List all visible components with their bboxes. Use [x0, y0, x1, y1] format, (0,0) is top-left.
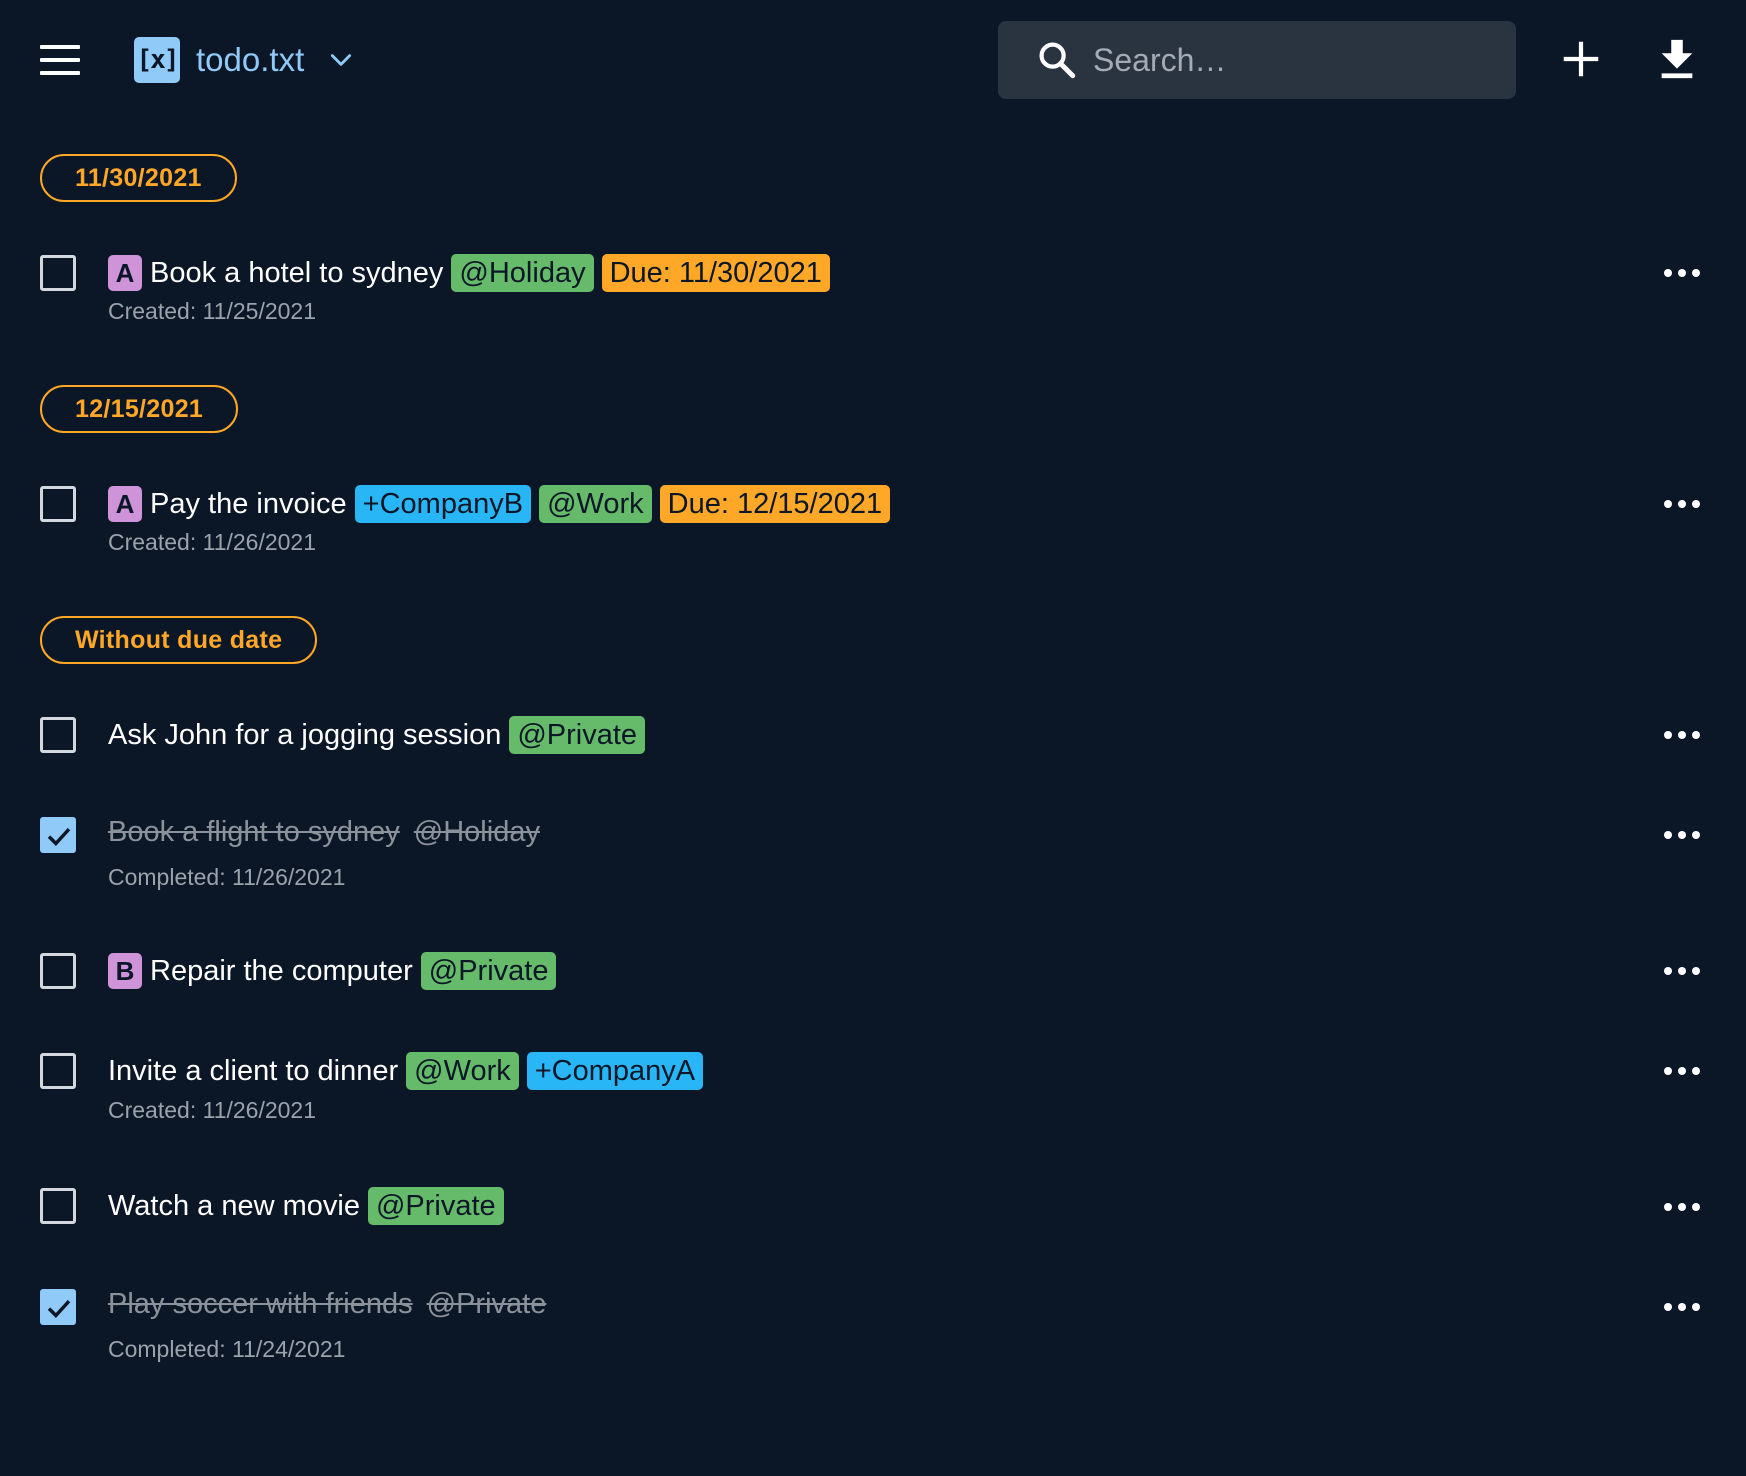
- task-checkbox[interactable]: [40, 953, 76, 989]
- task-checkbox[interactable]: [40, 1188, 76, 1224]
- app-root: [x] todo.txt 11/30/2021 A: [0, 0, 1746, 1476]
- more-options-icon[interactable]: [1664, 831, 1700, 841]
- task-line[interactable]: A Book a hotel to sydney @Holiday Due: 1…: [108, 254, 830, 292]
- task-checkbox[interactable]: [40, 486, 76, 522]
- due-tag: Due: 11/30/2021: [601, 254, 830, 292]
- menu-icon-line: [40, 71, 80, 75]
- priority-badge: B: [108, 953, 142, 989]
- task-text: Invite a client to dinner: [108, 1054, 399, 1087]
- menu-icon-line: [40, 58, 80, 62]
- file-name: todo.txt: [196, 41, 305, 78]
- project-tag[interactable]: +CompanyB: [354, 485, 532, 523]
- task-line[interactable]: Invite a client to dinner @Work +Company…: [108, 1052, 704, 1090]
- search-input[interactable]: [1093, 21, 1493, 99]
- menu-button[interactable]: [40, 45, 80, 75]
- more-options-icon[interactable]: [1664, 967, 1700, 977]
- context-tag-completed: @Private: [426, 1288, 547, 1320]
- group-chip: Without due date: [40, 616, 318, 664]
- task-checkbox[interactable]: [40, 717, 76, 753]
- search-icon: [1039, 42, 1076, 79]
- task-checkbox[interactable]: [40, 1053, 76, 1089]
- task-line[interactable]: Play soccer with friends @Private: [108, 1288, 546, 1321]
- plus-icon[interactable]: [1558, 36, 1604, 82]
- task-text: Pay the invoice: [150, 487, 347, 520]
- task-text: Repair the computer: [150, 954, 413, 987]
- context-tag[interactable]: @Holiday: [451, 254, 594, 292]
- context-tag[interactable]: @Private: [367, 1187, 504, 1225]
- task-checkbox[interactable]: [40, 255, 76, 291]
- task-text: Book a flight to sydney: [108, 816, 400, 848]
- context-tag-completed: @Holiday: [413, 816, 540, 848]
- more-options-icon[interactable]: [1664, 1203, 1700, 1213]
- task-checkbox-checked[interactable]: [40, 1289, 76, 1325]
- top-bar: [x] todo.txt: [0, 0, 1746, 120]
- more-options-icon[interactable]: [1664, 1067, 1700, 1077]
- context-tag[interactable]: @Work: [406, 1052, 519, 1090]
- task-line[interactable]: B Repair the computer @Private: [108, 952, 557, 990]
- task-line[interactable]: Book a flight to sydney @Holiday: [108, 816, 540, 849]
- app-logo-icon: [x]: [134, 37, 180, 83]
- project-tag[interactable]: +CompanyA: [526, 1052, 704, 1090]
- task-line[interactable]: A Pay the invoice +CompanyB @Work Due: 1…: [108, 485, 891, 523]
- more-options-icon[interactable]: [1664, 500, 1700, 510]
- file-selector[interactable]: [x] todo.txt: [134, 36, 354, 84]
- logo-text: [x]: [136, 45, 180, 75]
- task-created-date: Created: 11/26/2021: [108, 529, 317, 555]
- due-tag: Due: 12/15/2021: [659, 485, 891, 523]
- task-checkbox-checked[interactable]: [40, 817, 76, 853]
- task-completed-date: Completed: 11/24/2021: [108, 1336, 346, 1362]
- task-line[interactable]: Ask John for a jogging session @Private: [108, 716, 646, 754]
- task-text: Play soccer with friends: [108, 1288, 413, 1320]
- chevron-down-icon[interactable]: [328, 47, 354, 73]
- context-tag[interactable]: @Private: [420, 952, 557, 990]
- task-created-date: Created: 11/26/2021: [108, 1097, 317, 1123]
- context-tag[interactable]: @Work: [539, 485, 652, 523]
- more-options-icon[interactable]: [1664, 269, 1700, 279]
- group-chip: 11/30/2021: [40, 154, 237, 202]
- priority-badge: A: [108, 486, 142, 522]
- check-icon: [47, 827, 71, 847]
- more-options-icon[interactable]: [1664, 731, 1700, 741]
- search-box[interactable]: [998, 21, 1516, 99]
- task-text: Watch a new movie: [108, 1189, 360, 1222]
- more-options-icon[interactable]: [1664, 1303, 1700, 1313]
- priority-badge: A: [108, 255, 142, 291]
- task-created-date: Created: 11/25/2021: [108, 298, 317, 324]
- check-icon: [47, 1299, 71, 1319]
- group-chip: 12/15/2021: [40, 385, 239, 433]
- download-icon[interactable]: [1654, 36, 1700, 82]
- context-tag[interactable]: @Private: [509, 716, 646, 754]
- task-completed-date: Completed: 11/26/2021: [108, 864, 346, 890]
- task-text: Ask John for a jogging session: [108, 718, 502, 751]
- menu-icon-line: [40, 45, 80, 49]
- task-line[interactable]: Watch a new movie @Private: [108, 1187, 504, 1225]
- task-text: Book a hotel to sydney: [150, 256, 444, 289]
